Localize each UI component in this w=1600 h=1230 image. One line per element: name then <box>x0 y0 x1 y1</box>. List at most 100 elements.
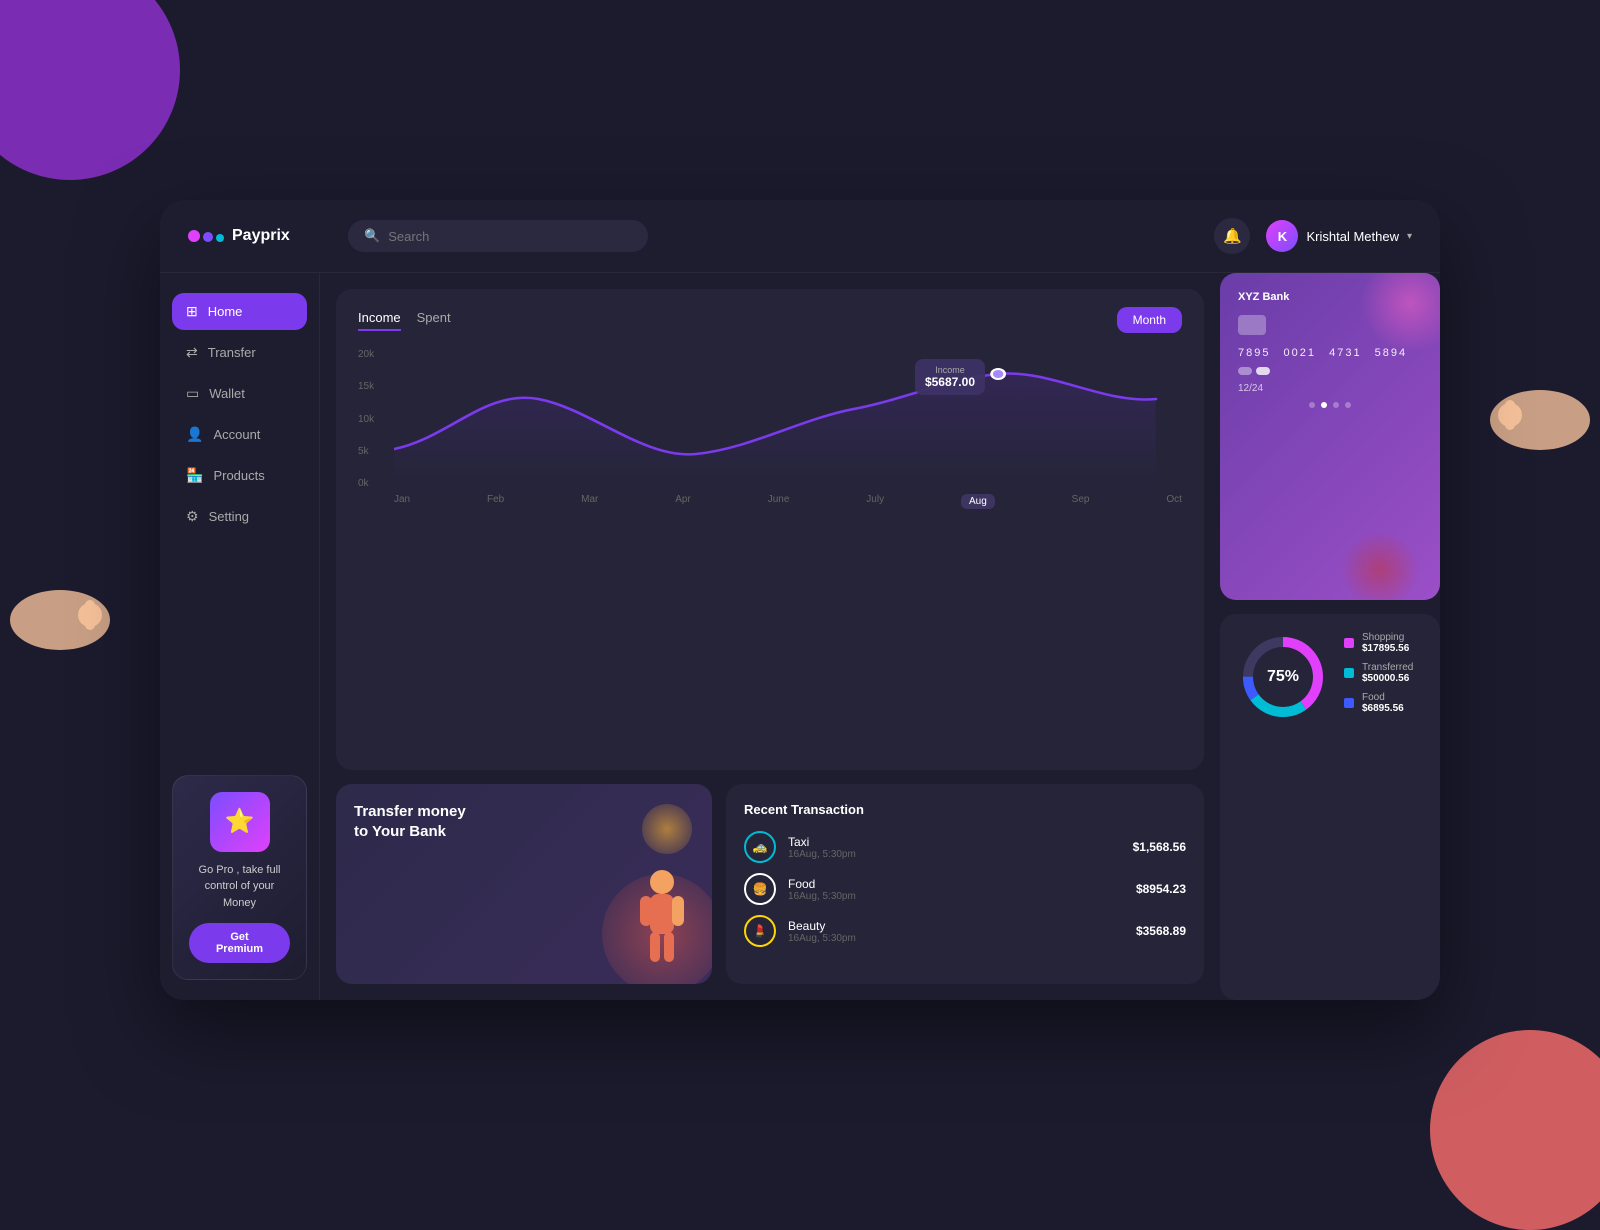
food-name: Food <box>788 877 1124 891</box>
chart-header: Income Spent Month <box>358 307 1182 333</box>
avatar: K <box>1266 220 1298 252</box>
topbar-right: 🔔 K Krishtal Methew ▾ <box>1214 218 1412 254</box>
legend-name-transferred: Transferred <box>1362 662 1422 673</box>
pro-card-image: ⭐ <box>210 792 270 852</box>
content-area: Income Spent Month 20k 15k 10k 5k 0k <box>320 273 1220 1000</box>
toggle-dot-2 <box>1256 367 1270 375</box>
x-label-june: June <box>768 494 790 509</box>
wallet-icon: ▭ <box>186 385 199 402</box>
pro-card-text: Go Pro , take full control of your Money <box>189 862 290 912</box>
get-premium-button[interactable]: Get Premium <box>189 923 290 963</box>
home-icon: ⊞ <box>186 303 198 320</box>
legend-value-shopping: $17895.56 <box>1362 643 1422 654</box>
x-label-oct: Oct <box>1166 494 1182 509</box>
hand-right-decoration <box>1480 380 1600 460</box>
y-label-0k: 0k <box>358 478 374 489</box>
beauty-info: Beauty 16Aug, 5:30pm <box>788 919 1124 944</box>
username: Krishtal Methew <box>1306 229 1398 244</box>
logo-text: Payprix <box>232 227 290 245</box>
card-toggle <box>1238 367 1422 375</box>
tab-spent[interactable]: Spent <box>417 310 451 331</box>
right-panel: XYZ Bank 7895 0021 4731 5894 12/24 <box>1220 273 1440 1000</box>
tab-income[interactable]: Income <box>358 310 401 331</box>
sidebar-item-setting-label: Setting <box>209 509 249 524</box>
search-bar[interactable]: 🔍 <box>348 220 648 252</box>
setting-icon: ⚙ <box>186 508 199 525</box>
card-num-1: 7895 <box>1238 347 1270 359</box>
beauty-name: Beauty <box>788 919 1124 933</box>
transfer-title: Transfer moneyto Your Bank <box>354 802 694 841</box>
transfer-card[interactable]: Transfer moneyto Your Bank <box>336 784 712 984</box>
sidebar-item-account[interactable]: 👤 Account <box>172 416 307 453</box>
donut-percentage: 75% <box>1267 668 1299 686</box>
transaction-list: 🚕 Taxi 16Aug, 5:30pm $1,568.56 🍔 Food <box>744 831 1186 947</box>
transaction-item-beauty: 💄 Beauty 16Aug, 5:30pm $3568.89 <box>744 915 1186 947</box>
y-label-15k: 15k <box>358 381 374 392</box>
user-info[interactable]: K Krishtal Methew ▾ <box>1266 220 1412 252</box>
x-label-feb: Feb <box>487 494 504 509</box>
card-num-4: 5894 <box>1375 347 1407 359</box>
beauty-icon: 💄 <box>744 915 776 947</box>
x-label-july: July <box>866 494 884 509</box>
search-input[interactable] <box>388 229 632 244</box>
transaction-item-food: 🍔 Food 16Aug, 5:30pm $8954.23 <box>744 873 1186 905</box>
legend-transferred: Transferred $50000.56 <box>1344 662 1422 684</box>
legend-info-transferred: Transferred $50000.56 <box>1362 662 1422 684</box>
main-area: ⊞ Home ⇄ Transfer ▭ Wallet 👤 Account 🏪 P… <box>160 273 1440 1000</box>
tooltip-label: Income <box>925 365 975 375</box>
legend-name-shopping: Shopping <box>1362 632 1422 643</box>
card-chip <box>1238 315 1266 335</box>
x-label-apr: Apr <box>675 494 691 509</box>
sidebar-item-home[interactable]: ⊞ Home <box>172 293 307 330</box>
sidebar-item-account-label: Account <box>213 427 260 442</box>
chart-svg <box>394 349 1182 489</box>
legend-dot-transferred <box>1344 668 1354 678</box>
chart-tabs: Income Spent <box>358 310 451 331</box>
notification-bell-button[interactable]: 🔔 <box>1214 218 1250 254</box>
donut-legend: Shopping $17895.56 Transferred $50000.56 <box>1344 632 1422 722</box>
y-label-20k: 20k <box>358 349 374 360</box>
sidebar-item-products[interactable]: 🏪 Products <box>172 457 307 494</box>
beauty-amount: $3568.89 <box>1136 924 1186 938</box>
legend-dot-shopping <box>1344 638 1354 648</box>
card-number: 7895 0021 4731 5894 <box>1238 347 1422 359</box>
beauty-date: 16Aug, 5:30pm <box>788 933 1124 944</box>
card-expiry: 12/24 <box>1238 383 1422 394</box>
bank-card[interactable]: XYZ Bank 7895 0021 4731 5894 12/24 <box>1220 273 1440 600</box>
legend-info-food: Food $6895.56 <box>1362 692 1422 714</box>
chart-card: Income Spent Month 20k 15k 10k 5k 0k <box>336 289 1204 770</box>
sidebar-item-transfer[interactable]: ⇄ Transfer <box>172 334 307 371</box>
transaction-card-title: Recent Transaction <box>744 802 1186 817</box>
donut-chart: 75% <box>1238 632 1328 722</box>
taxi-icon: 🚕 <box>744 831 776 863</box>
logo-dot-1 <box>188 230 200 242</box>
bg-blob-purple <box>0 0 180 180</box>
legend-info-shopping: Shopping $17895.56 <box>1362 632 1422 654</box>
dashboard: Payprix 🔍 🔔 K Krishtal Methew ▾ ⊞ Home <box>160 200 1440 1000</box>
sidebar-item-wallet-label: Wallet <box>209 386 245 401</box>
y-label-10k: 10k <box>358 414 374 425</box>
chevron-down-icon: ▾ <box>1407 231 1412 242</box>
toggle-dot-1 <box>1238 367 1252 375</box>
legend-food: Food $6895.56 <box>1344 692 1422 714</box>
legend-name-food: Food <box>1362 692 1422 703</box>
tooltip-value: $5687.00 <box>925 375 975 389</box>
sidebar-item-transfer-label: Transfer <box>208 345 256 360</box>
month-button[interactable]: Month <box>1117 307 1182 333</box>
chart-x-labels: Jan Feb Mar Apr June July Aug Sep Oct <box>394 494 1182 509</box>
taxi-amount: $1,568.56 <box>1133 840 1186 854</box>
income-tooltip: Income $5687.00 <box>915 359 985 395</box>
transfer-illustration <box>622 864 702 984</box>
logo-dot-3 <box>216 234 224 242</box>
sidebar-item-wallet[interactable]: ▭ Wallet <box>172 375 307 412</box>
products-icon: 🏪 <box>186 467 203 484</box>
card-num-3: 4731 <box>1329 347 1361 359</box>
legend-dot-food <box>1344 698 1354 708</box>
food-date: 16Aug, 5:30pm <box>788 891 1124 902</box>
bank-name: XYZ Bank <box>1238 291 1422 303</box>
card-dot-1 <box>1309 402 1315 408</box>
pro-card: ⭐ Go Pro , take full control of your Mon… <box>172 775 307 981</box>
legend-value-food: $6895.56 <box>1362 703 1422 714</box>
donut-container: 75% Shopping $17895.56 <box>1238 632 1422 722</box>
sidebar-item-setting[interactable]: ⚙ Setting <box>172 498 307 535</box>
